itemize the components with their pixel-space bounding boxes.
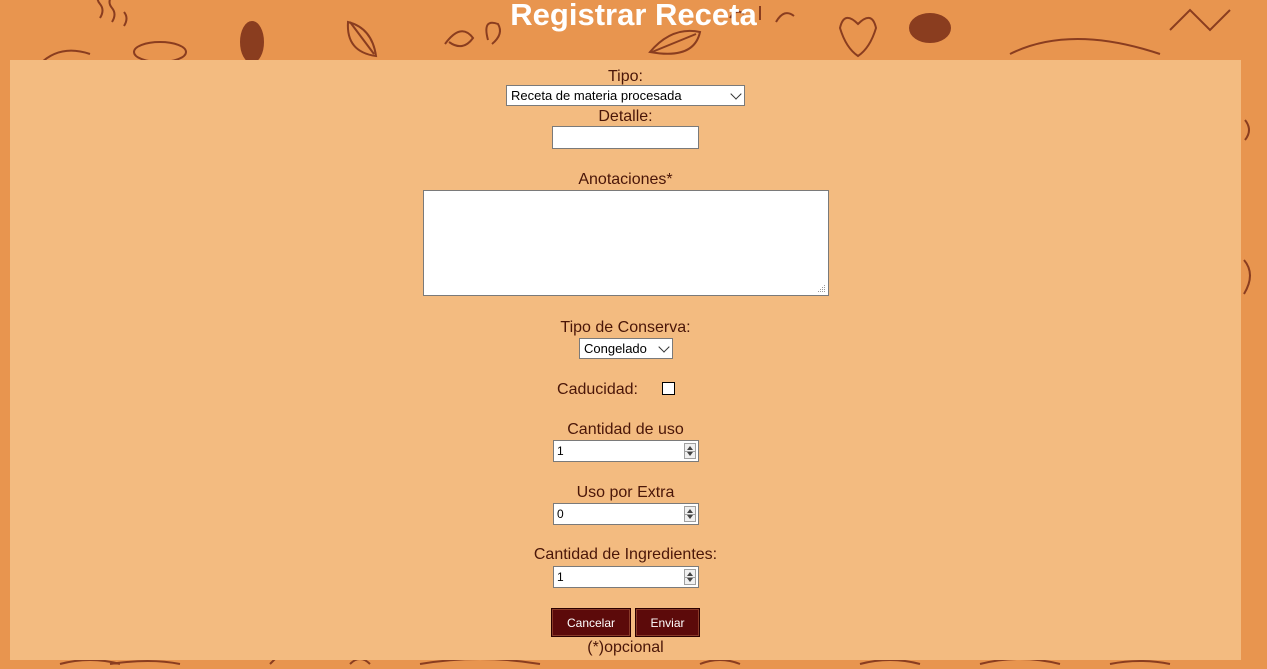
tipo-conserva-label: Tipo de Conserva: (560, 319, 691, 336)
page-title: Registrar Receta (510, 0, 757, 32)
uso-extra-input[interactable]: 0 (553, 503, 699, 525)
detalle-input[interactable] (552, 126, 699, 149)
cantidad-ingredientes-value: 1 (557, 570, 564, 584)
resize-grip-icon[interactable] (818, 285, 826, 293)
chevron-down-icon (730, 88, 742, 100)
tipo-select-value: Receta de materia procesada (511, 88, 682, 103)
cantidad-uso-value: 1 (557, 444, 564, 458)
optional-footnote: (*)opcional (587, 639, 664, 656)
cantidad-uso-label: Cantidad de uso (567, 421, 684, 438)
uso-extra-value: 0 (557, 507, 564, 521)
tipo-select[interactable]: Receta de materia procesada (506, 85, 745, 106)
anotaciones-label: Anotaciones* (578, 171, 673, 188)
number-spinner-icon[interactable] (684, 443, 696, 459)
anotaciones-textarea[interactable] (423, 190, 829, 296)
caducidad-checkbox[interactable] (662, 382, 675, 395)
number-spinner-icon[interactable] (684, 569, 696, 585)
uso-extra-label: Uso por Extra (576, 484, 675, 501)
cantidad-uso-input[interactable]: 1 (553, 440, 699, 462)
submit-button[interactable]: Enviar (635, 608, 700, 637)
tipo-label: Tipo: (608, 68, 643, 85)
chevron-down-icon (658, 341, 670, 353)
cantidad-ingredientes-label: Cantidad de Ingredientes: (533, 546, 718, 563)
cantidad-ingredientes-input[interactable]: 1 (553, 566, 699, 588)
number-spinner-icon[interactable] (684, 506, 696, 522)
recipe-form-panel: Tipo: Receta de materia procesada Detall… (10, 60, 1241, 660)
tipo-conserva-select-value: Congelado (584, 341, 647, 356)
caducidad-label: Caducidad: (557, 381, 638, 398)
tipo-conserva-select[interactable]: Congelado (579, 338, 673, 359)
detalle-label: Detalle: (598, 108, 653, 125)
cancel-button[interactable]: Cancelar (551, 608, 631, 637)
